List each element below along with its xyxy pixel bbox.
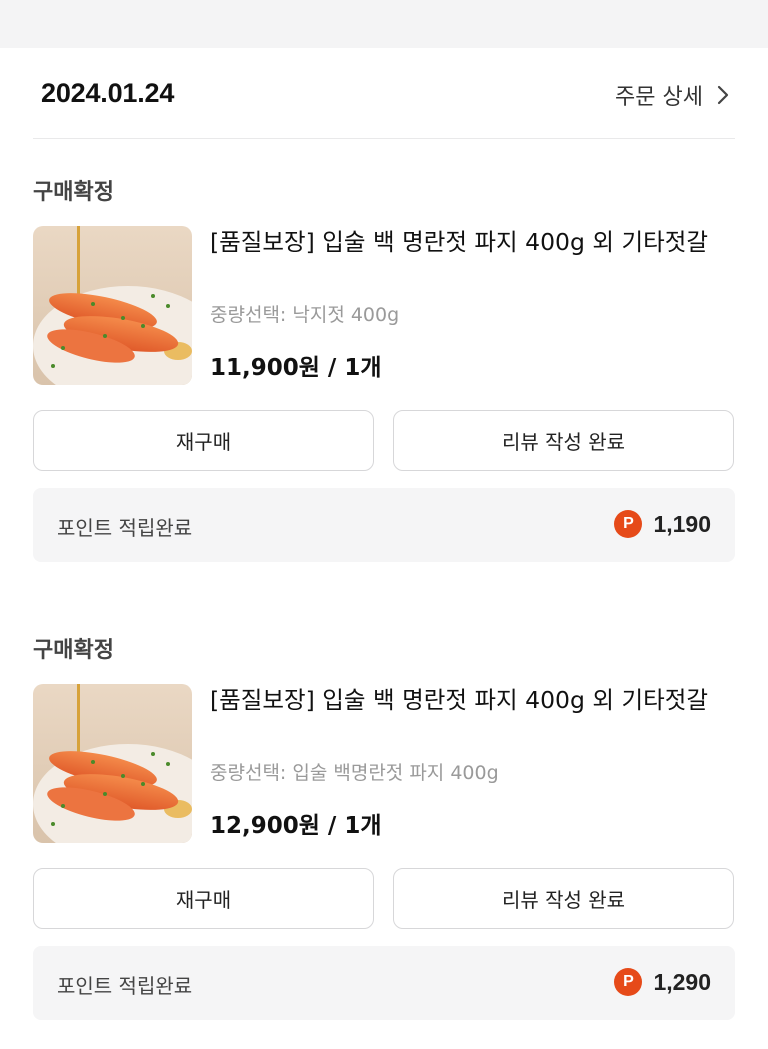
purchase-status: 구매확정 bbox=[33, 638, 114, 663]
product-title[interactable]: [품질보장] 입술 백 명란젓 파지 400g 외 기타젓갈 bbox=[210, 224, 735, 260]
product-thumbnail[interactable] bbox=[33, 226, 192, 385]
product-title[interactable]: [품질보장] 입술 백 명란젓 파지 400g 외 기타젓갈 bbox=[210, 682, 735, 718]
points-value: 1,290 bbox=[653, 968, 711, 995]
header-divider bbox=[33, 138, 735, 139]
points-box: 포인트 적립완료 P 1,190 bbox=[33, 488, 735, 562]
product-image bbox=[33, 226, 192, 385]
top-gap bbox=[0, 0, 768, 48]
product-option: 중량선택: 낙지젓 400g bbox=[210, 304, 400, 326]
order-detail-label: 주문 상세 bbox=[615, 85, 703, 110]
order-detail-link[interactable]: 주문 상세 bbox=[615, 79, 731, 111]
chevron-right-icon bbox=[717, 85, 729, 105]
rebuy-button[interactable]: 재구매 bbox=[33, 410, 374, 471]
product-thumbnail[interactable] bbox=[33, 684, 192, 843]
order-header: 2024.01.24 주문 상세 bbox=[33, 62, 735, 126]
point-badge-icon: P bbox=[614, 968, 643, 996]
points-value: 1,190 bbox=[653, 510, 711, 537]
product-option: 중량선택: 입술 백명란젓 파지 400g bbox=[210, 762, 499, 784]
product-price: 11,900원 / 1개 bbox=[210, 355, 382, 381]
review-complete-button[interactable]: 리뷰 작성 완료 bbox=[393, 410, 734, 471]
order-date: 2024.01.24 bbox=[41, 78, 175, 108]
purchase-status: 구매확정 bbox=[33, 180, 114, 205]
points-value-group: P 1,190 bbox=[614, 510, 711, 538]
review-complete-button[interactable]: 리뷰 작성 완료 bbox=[393, 868, 734, 929]
rebuy-button[interactable]: 재구매 bbox=[33, 868, 374, 929]
product-price: 12,900원 / 1개 bbox=[210, 813, 382, 839]
points-label: 포인트 적립완료 bbox=[57, 974, 193, 998]
points-value-group: P 1,290 bbox=[614, 968, 711, 996]
points-label: 포인트 적립완료 bbox=[57, 516, 193, 540]
point-badge-icon: P bbox=[614, 510, 643, 538]
product-image bbox=[33, 684, 192, 843]
points-box: 포인트 적립완료 P 1,290 bbox=[33, 946, 735, 1020]
